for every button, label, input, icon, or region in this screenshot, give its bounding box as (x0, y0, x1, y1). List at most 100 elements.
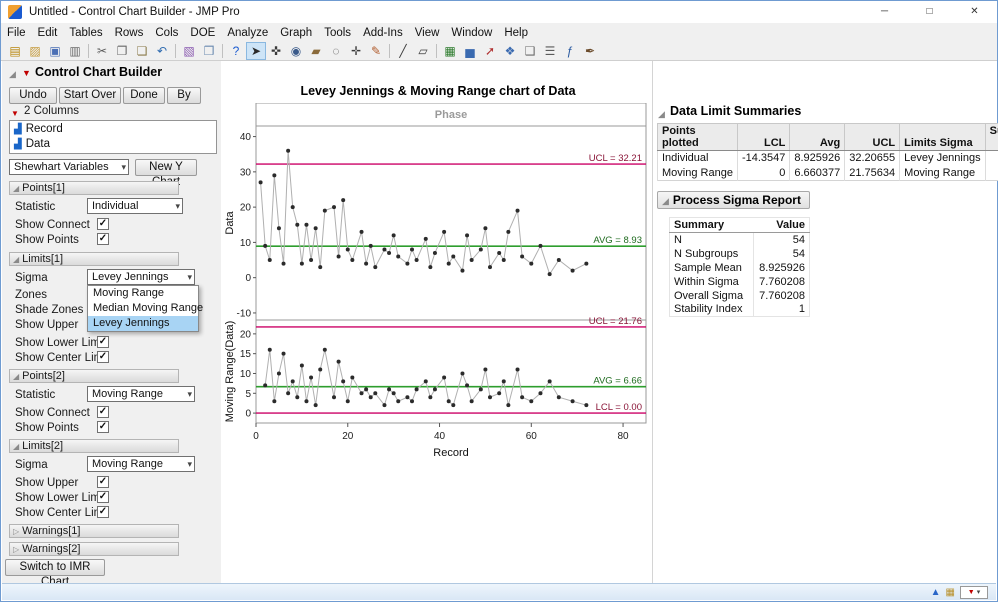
data-point[interactable] (415, 387, 419, 391)
polygon-tool-icon[interactable]: ▱ (413, 42, 433, 60)
open-data-table-icon[interactable]: ▨ (25, 42, 45, 60)
data-point[interactable] (483, 226, 487, 230)
warnings1-section-header[interactable]: ▷Warnings[1] (9, 524, 179, 538)
data-point[interactable] (314, 226, 318, 230)
sigma2-dropdown[interactable]: Moving Range (87, 456, 195, 472)
show-points2-checkbox[interactable]: ✓ (97, 421, 109, 433)
data-point[interactable] (263, 244, 267, 248)
statistic1-dropdown[interactable]: Individual (87, 198, 183, 214)
menu-view[interactable]: View (409, 24, 446, 42)
data-point[interactable] (488, 265, 492, 269)
show-lower1-checkbox[interactable]: ✓ (97, 336, 109, 348)
data-point[interactable] (272, 399, 276, 403)
data-point[interactable] (428, 395, 432, 399)
plot-frame[interactable] (256, 126, 646, 320)
show-upper2-checkbox[interactable]: ✓ (97, 476, 109, 488)
data-point[interactable] (479, 387, 483, 391)
menu-file[interactable]: File (1, 24, 32, 42)
show-center2-checkbox[interactable]: ✓ (97, 506, 109, 518)
data-point[interactable] (516, 209, 520, 213)
data-point[interactable] (291, 379, 295, 383)
data-point[interactable] (516, 368, 520, 372)
data-point[interactable] (529, 262, 533, 266)
start-over-button[interactable]: Start Over (59, 87, 121, 104)
data-point[interactable] (548, 379, 552, 383)
data-point[interactable] (360, 391, 364, 395)
data-point[interactable] (337, 255, 341, 259)
crosshair-tool-icon[interactable]: ✛ (346, 42, 366, 60)
data-point[interactable] (314, 403, 318, 407)
data-point[interactable] (282, 262, 286, 266)
data-point[interactable] (337, 360, 341, 364)
data-point[interactable] (405, 262, 409, 266)
copy-icon[interactable]: ❐ (112, 42, 132, 60)
data-point[interactable] (332, 395, 336, 399)
data-point[interactable] (318, 368, 322, 372)
data-point[interactable] (282, 352, 286, 356)
data-point[interactable] (346, 399, 350, 403)
data-point[interactable] (538, 244, 542, 248)
new-data-table-icon[interactable]: ▤ (5, 42, 25, 60)
data-point[interactable] (268, 258, 272, 262)
fit-y-by-x-icon[interactable]: ➚ (480, 42, 500, 60)
data-point[interactable] (465, 383, 469, 387)
points1-section-header[interactable]: ◢Points[1] (9, 181, 179, 195)
grabber-tool-icon[interactable]: ✜ (266, 42, 286, 60)
data-point[interactable] (304, 399, 308, 403)
data-point[interactable] (382, 247, 386, 251)
process-sigma-report-header[interactable]: ◢Process Sigma Report (657, 191, 810, 209)
switch-to-imr-button[interactable]: Switch to IMR Chart (5, 559, 105, 576)
data-point[interactable] (369, 244, 373, 248)
data-point[interactable] (304, 223, 308, 227)
data-point[interactable] (571, 269, 575, 273)
data-point[interactable] (323, 348, 327, 352)
data-point[interactable] (424, 379, 428, 383)
data-point[interactable] (470, 258, 474, 262)
plot-frame[interactable] (256, 320, 646, 423)
option-median-moving-range[interactable]: Median Moving Range (88, 301, 198, 316)
menu-graph[interactable]: Graph (274, 24, 318, 42)
add-rows-icon[interactable]: ☰ (540, 42, 560, 60)
print-icon[interactable]: ▥ (65, 42, 85, 60)
data-point[interactable] (263, 383, 267, 387)
data-point[interactable] (341, 198, 345, 202)
control-charts-canvas[interactable]: Phase-10010203040UCL = 32.21AVG = 8.93Da… (223, 103, 653, 463)
column-item-record[interactable]: ▟Record (10, 122, 216, 137)
data-point[interactable] (571, 399, 575, 403)
data-point[interactable] (460, 269, 464, 273)
data-point[interactable] (369, 395, 373, 399)
data-point[interactable] (433, 251, 437, 255)
data-point[interactable] (584, 403, 588, 407)
cut-icon[interactable]: ✂ (92, 42, 112, 60)
show-center1-checkbox[interactable]: ✓ (97, 351, 109, 363)
help-tool-icon[interactable]: ? (226, 42, 246, 60)
data-point[interactable] (396, 255, 400, 259)
data-point[interactable] (396, 399, 400, 403)
data-point[interactable] (350, 375, 354, 379)
data-point[interactable] (259, 180, 263, 184)
menu-cols[interactable]: Cols (149, 24, 184, 42)
data-point[interactable] (268, 348, 272, 352)
column-item-data[interactable]: ▟Data (10, 137, 216, 152)
data-point[interactable] (538, 391, 542, 395)
data-point[interactable] (557, 395, 561, 399)
data-point[interactable] (405, 395, 409, 399)
data-point[interactable] (557, 258, 561, 262)
by-button[interactable]: By (167, 87, 201, 104)
menu-tools[interactable]: Tools (318, 24, 357, 42)
menu-tables[interactable]: Tables (63, 24, 108, 42)
data-point[interactable] (300, 262, 304, 266)
option-levey-jennings[interactable]: Levey Jennings (88, 316, 198, 331)
data-point[interactable] (451, 255, 455, 259)
data-point[interactable] (442, 375, 446, 379)
undo-icon[interactable]: ↶ (152, 42, 172, 60)
data-point[interactable] (309, 375, 313, 379)
menu-doe[interactable]: DOE (184, 24, 221, 42)
columns-red-triangle-icon[interactable]: ▼ (11, 109, 19, 118)
data-point[interactable] (497, 391, 501, 395)
data-point[interactable] (387, 251, 391, 255)
data-point[interactable] (447, 262, 451, 266)
data-point[interactable] (277, 226, 281, 230)
dls-disclosure-icon[interactable]: ◢ (658, 109, 665, 119)
data-point[interactable] (350, 258, 354, 262)
